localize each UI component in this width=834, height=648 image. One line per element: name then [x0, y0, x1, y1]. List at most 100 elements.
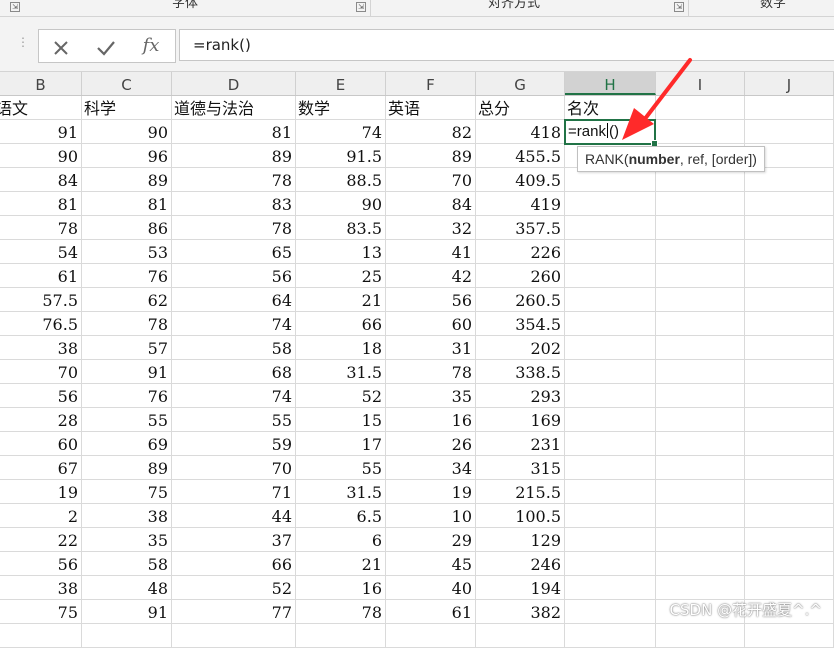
- empty-cell[interactable]: [656, 216, 745, 240]
- data-cell[interactable]: 169: [476, 408, 565, 432]
- empty-cell[interactable]: [745, 264, 834, 288]
- empty-cell[interactable]: [745, 384, 834, 408]
- data-cell[interactable]: 89: [172, 144, 296, 168]
- data-cell[interactable]: 60: [0, 432, 82, 456]
- column-header-h[interactable]: H: [565, 72, 656, 95]
- column-header-g[interactable]: G: [476, 72, 565, 95]
- data-cell[interactable]: 71: [172, 480, 296, 504]
- empty-cell[interactable]: [745, 360, 834, 384]
- data-cell[interactable]: 354.5: [476, 312, 565, 336]
- data-cell[interactable]: 57: [82, 336, 172, 360]
- data-cell[interactable]: 77: [172, 600, 296, 624]
- header-cell[interactable]: 英语: [386, 96, 476, 120]
- header-cell[interactable]: 科学: [82, 96, 172, 120]
- empty-cell[interactable]: [656, 480, 745, 504]
- data-cell[interactable]: 75: [0, 600, 82, 624]
- data-cell[interactable]: 70: [386, 168, 476, 192]
- data-cell[interactable]: 315: [476, 456, 565, 480]
- data-cell[interactable]: 31: [386, 336, 476, 360]
- header-cell[interactable]: 数学: [296, 96, 386, 120]
- data-cell[interactable]: 215.5: [476, 480, 565, 504]
- empty-cell[interactable]: [656, 312, 745, 336]
- data-cell[interactable]: 29: [386, 528, 476, 552]
- data-cell[interactable]: 68: [172, 360, 296, 384]
- column-header-i[interactable]: I: [656, 72, 745, 95]
- data-cell[interactable]: 86: [82, 216, 172, 240]
- data-cell[interactable]: 129: [476, 528, 565, 552]
- empty-cell[interactable]: [656, 384, 745, 408]
- data-cell[interactable]: 226: [476, 240, 565, 264]
- data-cell[interactable]: 66: [172, 552, 296, 576]
- data-cell[interactable]: 260.5: [476, 288, 565, 312]
- data-cell[interactable]: 6: [296, 528, 386, 552]
- empty-cell[interactable]: [745, 528, 834, 552]
- data-cell[interactable]: 70: [0, 360, 82, 384]
- data-cell[interactable]: 194: [476, 576, 565, 600]
- data-cell[interactable]: 84: [386, 192, 476, 216]
- empty-cell[interactable]: [565, 624, 656, 648]
- data-cell[interactable]: 38: [0, 576, 82, 600]
- data-cell[interactable]: 84: [0, 168, 82, 192]
- empty-cell[interactable]: [656, 264, 745, 288]
- data-cell[interactable]: 76.5: [0, 312, 82, 336]
- empty-cell[interactable]: [0, 624, 82, 648]
- empty-cell[interactable]: [745, 312, 834, 336]
- data-cell[interactable]: 35: [386, 384, 476, 408]
- empty-cell[interactable]: [656, 408, 745, 432]
- data-cell[interactable]: 81: [82, 192, 172, 216]
- data-cell[interactable]: 45: [386, 552, 476, 576]
- column-header-f[interactable]: F: [386, 72, 476, 95]
- column-header-c[interactable]: C: [82, 72, 172, 95]
- data-cell[interactable]: 6.5: [296, 504, 386, 528]
- data-cell[interactable]: 78: [82, 312, 172, 336]
- empty-cell[interactable]: [565, 552, 656, 576]
- data-cell[interactable]: 455.5: [476, 144, 565, 168]
- empty-cell[interactable]: [565, 576, 656, 600]
- data-cell[interactable]: 69: [82, 432, 172, 456]
- data-cell[interactable]: 74: [172, 312, 296, 336]
- data-cell[interactable]: 90: [296, 192, 386, 216]
- data-cell[interactable]: 382: [476, 600, 565, 624]
- data-cell[interactable]: 91: [82, 360, 172, 384]
- data-cell[interactable]: 57.5: [0, 288, 82, 312]
- empty-cell[interactable]: [656, 360, 745, 384]
- data-cell[interactable]: 293: [476, 384, 565, 408]
- data-cell[interactable]: 26: [386, 432, 476, 456]
- empty-cell[interactable]: [565, 432, 656, 456]
- data-cell[interactable]: 76: [82, 384, 172, 408]
- empty-cell[interactable]: [745, 216, 834, 240]
- data-cell[interactable]: 56: [386, 288, 476, 312]
- formula-input[interactable]: =rank(): [179, 29, 834, 61]
- data-cell[interactable]: 13: [296, 240, 386, 264]
- data-cell[interactable]: 38: [0, 336, 82, 360]
- data-cell[interactable]: 65: [172, 240, 296, 264]
- data-cell[interactable]: 90: [82, 120, 172, 144]
- data-cell[interactable]: 357.5: [476, 216, 565, 240]
- tooltip-remaining-args[interactable]: , ref, [order]): [680, 151, 757, 167]
- cancel-button[interactable]: [41, 30, 81, 62]
- data-cell[interactable]: 38: [82, 504, 172, 528]
- enter-button[interactable]: [86, 30, 126, 62]
- data-cell[interactable]: 76: [82, 264, 172, 288]
- empty-cell[interactable]: [172, 624, 296, 648]
- data-cell[interactable]: 83.5: [296, 216, 386, 240]
- empty-cell[interactable]: [565, 384, 656, 408]
- data-cell[interactable]: 16: [296, 576, 386, 600]
- tooltip-current-argument[interactable]: number: [629, 151, 680, 167]
- empty-cell[interactable]: [745, 192, 834, 216]
- empty-cell[interactable]: [745, 240, 834, 264]
- empty-cell[interactable]: [565, 600, 656, 624]
- empty-cell[interactable]: [656, 432, 745, 456]
- empty-cell[interactable]: [656, 240, 745, 264]
- data-cell[interactable]: 100.5: [476, 504, 565, 528]
- data-cell[interactable]: 41: [386, 240, 476, 264]
- empty-cell[interactable]: [565, 288, 656, 312]
- active-cell-editor[interactable]: =rank(): [564, 119, 658, 147]
- empty-cell[interactable]: [296, 624, 386, 648]
- data-cell[interactable]: 83: [172, 192, 296, 216]
- data-cell[interactable]: 418: [476, 120, 565, 144]
- empty-cell[interactable]: [565, 480, 656, 504]
- data-cell[interactable]: 91: [82, 600, 172, 624]
- data-cell[interactable]: 82: [386, 120, 476, 144]
- empty-cell[interactable]: [386, 624, 476, 648]
